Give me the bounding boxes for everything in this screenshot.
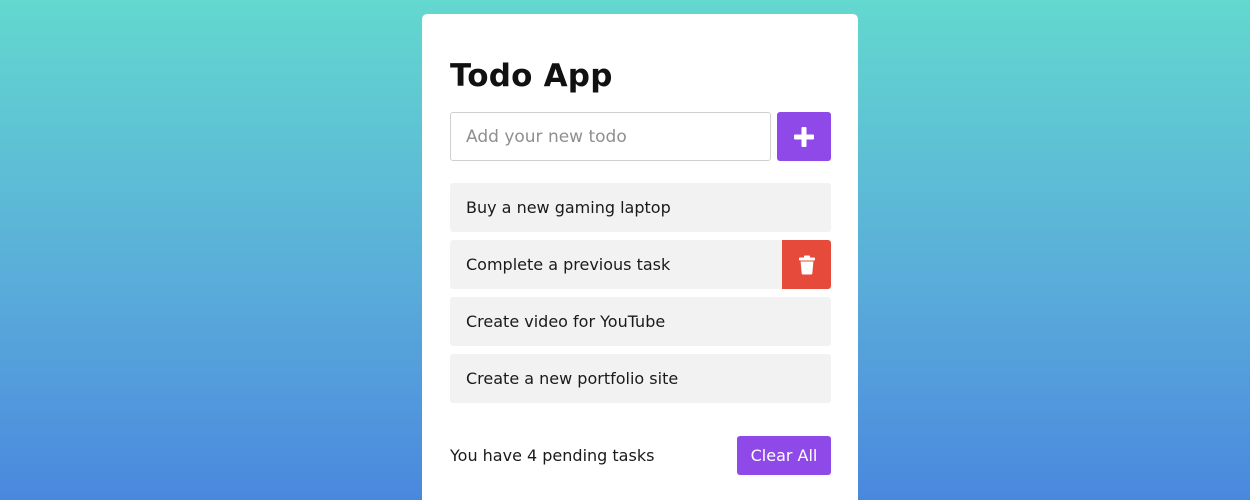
todo-item-text: Create video for YouTube <box>466 312 666 331</box>
app-title: Todo App <box>450 58 613 94</box>
todo-item-text: Complete a previous task <box>466 255 671 274</box>
todo-card: Todo App Buy a new gaming laptop Complet… <box>422 14 858 500</box>
todo-item-text: Create a new portfolio site <box>466 369 679 388</box>
todo-input[interactable] <box>450 112 771 161</box>
todo-item[interactable]: Buy a new gaming laptop <box>450 183 831 232</box>
plus-icon <box>794 126 814 147</box>
add-todo-button[interactable] <box>777 112 831 161</box>
todo-list: Buy a new gaming laptop Complete a previ… <box>450 183 831 411</box>
todo-item[interactable]: Create a new portfolio site <box>450 354 831 403</box>
add-todo-row <box>450 112 831 161</box>
todo-item-text: Buy a new gaming laptop <box>466 198 671 217</box>
trash-icon <box>798 255 815 274</box>
delete-todo-button[interactable] <box>782 240 831 289</box>
pending-count: You have 4 pending tasks <box>450 446 655 465</box>
todo-item[interactable]: Complete a previous task <box>450 240 831 289</box>
todo-footer: You have 4 pending tasks Clear All <box>450 436 831 475</box>
clear-all-button[interactable]: Clear All <box>737 436 831 475</box>
todo-item[interactable]: Create video for YouTube <box>450 297 831 346</box>
